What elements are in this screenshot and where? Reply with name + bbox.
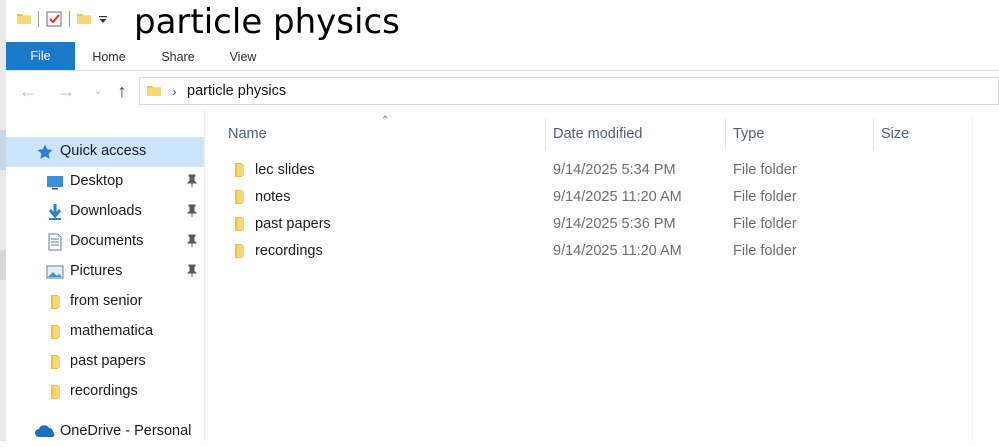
column-divider[interactable]	[873, 118, 874, 150]
file-list: ⌃ Name Date modified Type Size lec slide…	[205, 110, 999, 441]
sidebar-item-past-papers[interactable]: past papers	[6, 347, 204, 377]
tab-file[interactable]: File	[6, 42, 75, 70]
breadcrumb-chevron-icon[interactable]: ›	[172, 83, 177, 99]
file-date: 9/14/2025 5:34 PM	[553, 162, 676, 178]
pin-icon[interactable]	[185, 174, 199, 188]
column-divider[interactable]	[545, 118, 546, 150]
file-name: notes	[255, 189, 291, 205]
sidebar-item-label: recordings	[70, 383, 138, 399]
sidebar-item-downloads[interactable]: Downloads	[6, 197, 204, 227]
forward-arrow-icon[interactable]: →	[56, 81, 76, 101]
recent-locations-chevron-icon[interactable]: ⌄	[88, 81, 108, 101]
download-icon	[48, 204, 62, 220]
file-type: File folder	[733, 243, 797, 259]
sort-ascending-icon: ⌃	[381, 115, 390, 126]
folder-icon	[51, 385, 60, 399]
sidebar-item-from-senior[interactable]: from senior	[6, 287, 204, 317]
window-title: particle physics	[134, 2, 400, 42]
toolbar-separator	[69, 11, 70, 27]
sidebar-item-label: Desktop	[70, 173, 124, 189]
sidebar-item-onedrive[interactable]: OneDrive - Personal	[6, 417, 204, 447]
window-edge	[972, 116, 973, 441]
pictures-icon	[46, 265, 64, 279]
file-date: 9/14/2025 11:20 AM	[553, 243, 682, 259]
sidebar-item-documents[interactable]: Documents	[6, 227, 204, 257]
sidebar-item-mathematica[interactable]: mathematica	[6, 317, 204, 347]
column-header-size[interactable]: Size	[881, 122, 909, 148]
address-bar[interactable]: › particle physics	[139, 77, 999, 105]
file-type: File folder	[733, 216, 797, 232]
sidebar-item-pictures[interactable]: Pictures	[6, 257, 204, 287]
new-folder-icon[interactable]	[76, 11, 92, 27]
tab-view[interactable]: View	[218, 44, 268, 70]
sidebar-item-label: Downloads	[70, 203, 142, 219]
pin-icon[interactable]	[185, 204, 199, 218]
table-row[interactable]: recordings 9/14/2025 11:20 AM File folde…	[205, 239, 999, 266]
file-name: past papers	[255, 216, 331, 232]
file-name: recordings	[255, 243, 323, 259]
back-arrow-icon[interactable]: ←	[18, 81, 38, 101]
pin-icon[interactable]	[185, 264, 199, 278]
navigation-pane: Quick access Desktop Downloads Documents…	[6, 110, 204, 441]
column-divider[interactable]	[725, 118, 726, 150]
folder-icon	[235, 163, 244, 177]
tab-home[interactable]: Home	[80, 44, 138, 70]
quick-access-toolbar	[16, 10, 108, 28]
breadcrumb[interactable]: particle physics	[187, 83, 286, 99]
column-header-name[interactable]: Name	[228, 122, 267, 148]
sidebar-item-label: OneDrive - Personal	[60, 423, 192, 439]
table-row[interactable]: lec slides 9/14/2025 5:34 PM File folder	[205, 158, 999, 185]
sidebar-item-label: mathematica	[70, 323, 154, 339]
desktop-icon	[47, 176, 63, 190]
folder-icon	[51, 325, 60, 339]
file-name: lec slides	[255, 162, 315, 178]
folder-icon	[147, 86, 161, 96]
sidebar-item-label: Documents	[70, 233, 144, 249]
toolbar-separator	[38, 11, 39, 27]
sidebar-item-label: past papers	[70, 353, 146, 369]
tab-share[interactable]: Share	[146, 44, 210, 70]
ribbon-tabs: File Home Share View	[6, 40, 999, 71]
folder-icon	[51, 355, 60, 369]
folder-icon	[51, 295, 60, 309]
sidebar-item-desktop[interactable]: Desktop	[6, 167, 204, 197]
sidebar-item-label: from senior	[70, 293, 143, 309]
sidebar-item-recordings[interactable]: recordings	[6, 377, 204, 407]
column-header-type[interactable]: Type	[733, 122, 764, 148]
sidebar-item-label: Pictures	[70, 263, 123, 279]
folder-icon	[235, 244, 244, 258]
folder-icon	[235, 190, 244, 204]
table-row[interactable]: notes 9/14/2025 11:20 AM File folder	[205, 185, 999, 212]
table-row[interactable]: past papers 9/14/2025 5:36 PM File folde…	[205, 212, 999, 239]
customize-toolbar-icon[interactable]	[98, 11, 108, 27]
star-icon	[37, 144, 53, 159]
navigation-bar: ← → ⌄ ↑ › particle physics	[6, 72, 999, 110]
file-date: 9/14/2025 11:20 AM	[553, 189, 682, 205]
title-bar: particle physics	[6, 0, 999, 42]
file-type: File folder	[733, 189, 797, 205]
column-header-date[interactable]: Date modified	[553, 122, 642, 148]
folder-icon	[17, 14, 31, 24]
sidebar-item-quick-access[interactable]: Quick access	[6, 137, 204, 167]
pin-icon[interactable]	[185, 234, 199, 248]
onedrive-icon	[35, 425, 55, 437]
sidebar-item-label: Quick access	[60, 143, 147, 159]
documents-icon	[48, 233, 62, 251]
properties-icon[interactable]	[45, 10, 63, 28]
up-arrow-icon[interactable]: ↑	[112, 81, 132, 101]
file-date: 9/14/2025 5:36 PM	[553, 216, 676, 232]
file-type: File folder	[733, 162, 797, 178]
folder-icon	[235, 217, 244, 231]
